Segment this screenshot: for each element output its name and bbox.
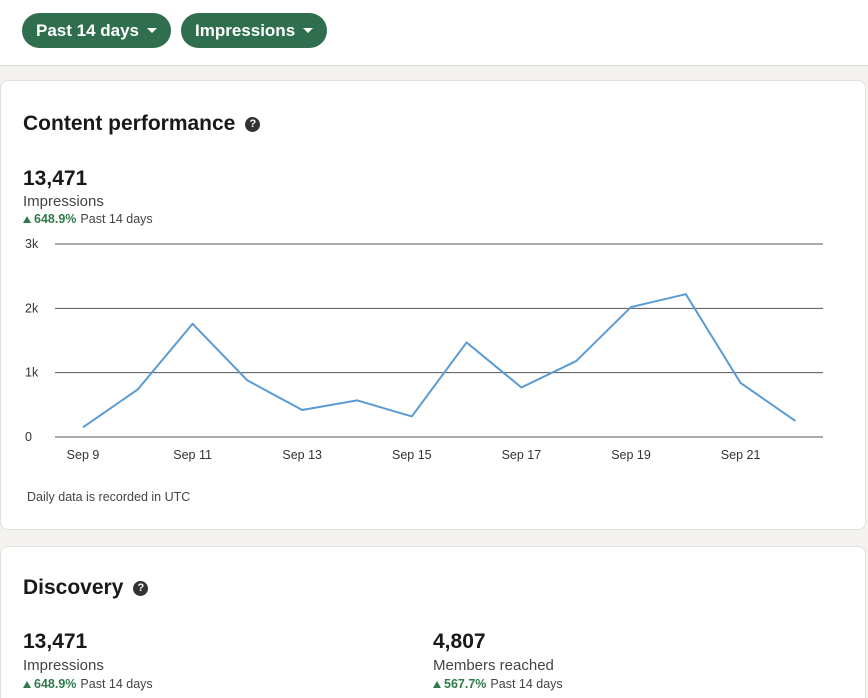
caret-down-icon	[147, 28, 158, 33]
impressions-series-line[interactable]	[82, 293, 796, 429]
data-point[interactable]	[406, 410, 418, 422]
data-point[interactable]	[351, 394, 363, 406]
question-circle-icon[interactable]: ?	[133, 580, 149, 596]
x-tick-label: Sep 19	[611, 448, 651, 462]
content-performance-card: Content performance ? 13,471 Impressions…	[0, 80, 866, 530]
data-point[interactable]	[570, 355, 582, 367]
members-reached-change: 567.7% Past 14 days	[433, 677, 563, 691]
caret-down-icon	[303, 28, 314, 33]
x-tick-label: Sep 15	[392, 448, 432, 462]
period-filter-label: Past 14 days	[36, 20, 140, 40]
x-tick-label: Sep 11	[173, 448, 212, 462]
data-point[interactable]	[515, 381, 527, 393]
change-percent: 567.7%	[444, 677, 487, 691]
y-tick-label: 0	[25, 430, 32, 444]
x-tick-label: Sep 13	[282, 448, 322, 462]
x-tick-label: Sep 9	[67, 448, 100, 462]
data-point[interactable]	[680, 288, 692, 300]
members-reached-value: 4,807	[433, 630, 486, 653]
metric-filter-label: Impressions	[195, 20, 296, 40]
discovery-impressions-label: Impressions	[23, 657, 104, 674]
data-point[interactable]	[77, 421, 89, 433]
discovery-impressions-value: 13,471	[23, 630, 88, 653]
data-point[interactable]	[187, 318, 199, 330]
utc-note: Daily data is recorded in UTC	[27, 490, 191, 504]
data-point[interactable]	[241, 374, 253, 386]
y-tick-label: 2k	[25, 301, 39, 315]
x-tick-label: Sep 21	[721, 448, 761, 462]
data-point[interactable]	[789, 415, 801, 427]
period-filter-button[interactable]: Past 14 days	[22, 13, 172, 48]
discovery-title: Discovery ?	[23, 576, 149, 600]
x-tick-label: Sep 17	[502, 448, 542, 462]
y-tick-label: 1k	[25, 366, 39, 380]
filter-bar: Past 14 days Impressions	[0, 0, 868, 66]
change-period: Past 14 days	[490, 677, 563, 691]
discovery-card: Discovery ? 13,471 Impressions 648.9% Pa…	[0, 546, 866, 698]
y-tick-label: 3k	[25, 237, 39, 251]
discovery-impressions-change: 648.9% Past 14 days	[23, 677, 153, 691]
impressions-line-chart[interactable]: 0 1k 2k 3k Sep 9 Sep 11 Sep 13 Sep 15 Sep 17 Sep …	[1, 81, 867, 481]
data-point[interactable]	[132, 383, 144, 395]
data-point[interactable]	[461, 336, 473, 348]
data-point[interactable]	[735, 377, 747, 389]
data-point[interactable]	[296, 404, 308, 416]
members-reached-label: Members reached	[433, 657, 554, 674]
data-point[interactable]	[625, 301, 637, 313]
metric-filter-button[interactable]: Impressions	[181, 13, 328, 48]
card-title-text: Discovery	[23, 576, 124, 599]
arrow-up-icon	[23, 680, 31, 688]
change-percent: 648.9%	[34, 677, 77, 691]
change-period: Past 14 days	[80, 677, 153, 691]
arrow-up-icon	[433, 680, 441, 688]
